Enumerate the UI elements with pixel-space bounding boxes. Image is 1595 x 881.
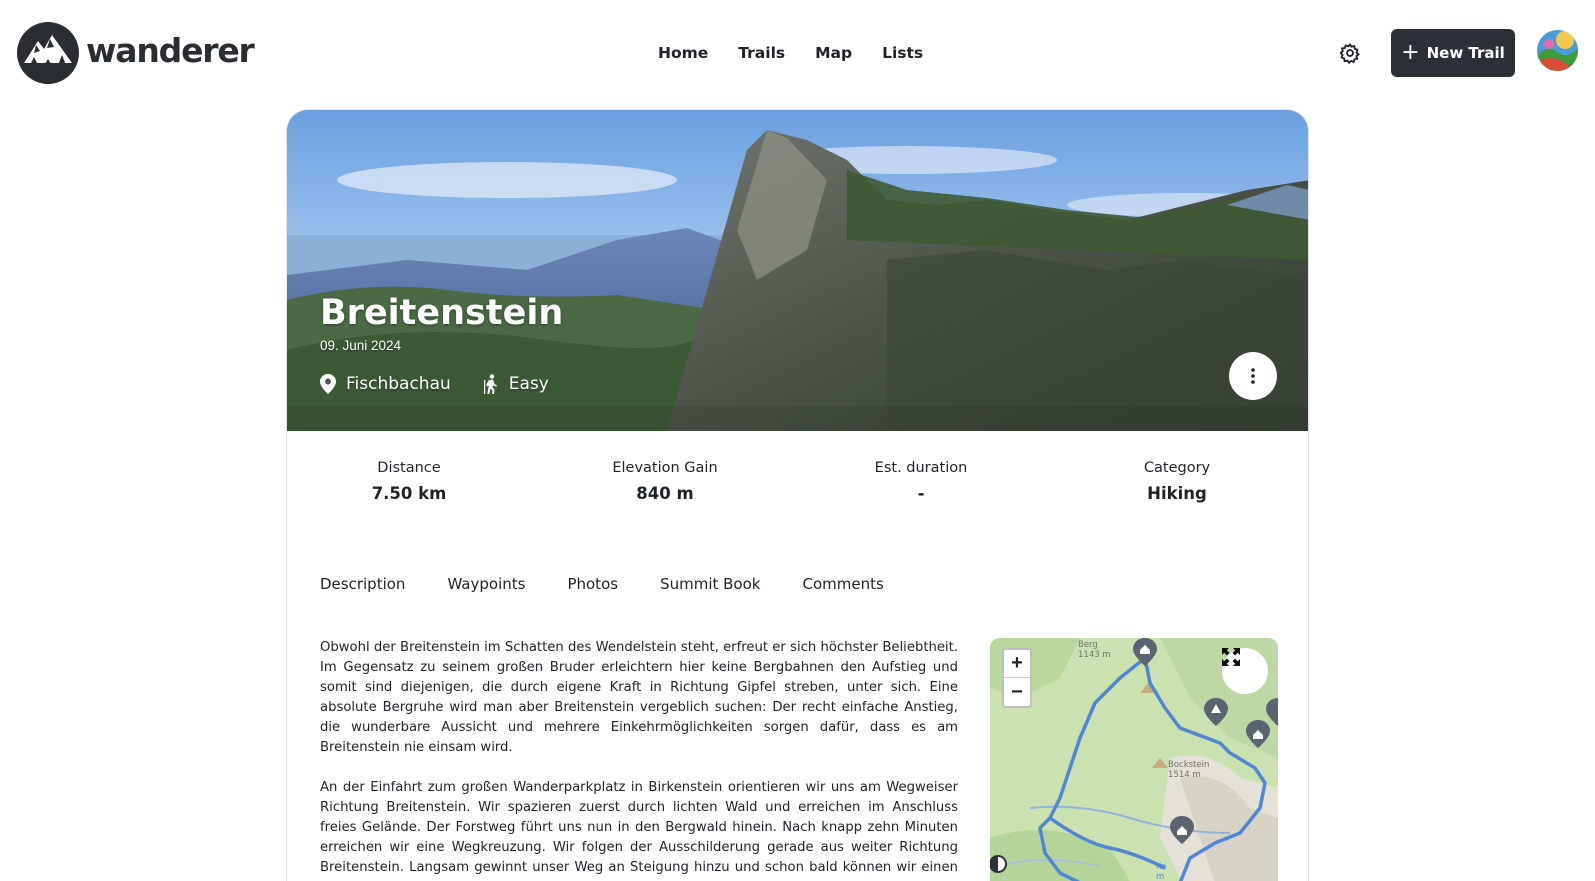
description-paragraph: An der Einfahrt zum großen Wanderparkpla… bbox=[320, 780, 958, 881]
trail-stats: Distance 7.50 km Elevation Gain 840 m Es… bbox=[287, 460, 1308, 520]
new-trail-button[interactable]: + New Trail bbox=[1391, 29, 1515, 77]
gear-icon[interactable] bbox=[1339, 42, 1361, 64]
stat-value: 840 m bbox=[636, 484, 694, 503]
trail-description: Obwohl der Breitenstein im Schatten des … bbox=[320, 638, 958, 881]
tab-comments[interactable]: Comments bbox=[802, 575, 883, 593]
trail-difficulty: Easy bbox=[483, 374, 549, 394]
trail-difficulty-label: Easy bbox=[508, 374, 549, 394]
trail-meta: Fischbachau Easy bbox=[320, 374, 581, 394]
stat-est-duration: Est. duration - bbox=[821, 460, 1021, 503]
nav-trails[interactable]: Trails bbox=[738, 44, 785, 62]
new-trail-label: New Trail bbox=[1426, 44, 1505, 62]
tab-summit-book[interactable]: Summit Book bbox=[660, 575, 760, 593]
map-label: Berg 1143 m bbox=[1078, 640, 1111, 660]
nav-map[interactable]: Map bbox=[815, 44, 852, 62]
map-label: Ke m bbox=[1156, 862, 1167, 881]
main-nav: Home Trails Map Lists bbox=[658, 44, 953, 62]
mountain-logo-icon bbox=[17, 22, 79, 84]
stat-category: Category Hiking bbox=[1077, 460, 1277, 503]
zoom-out-button[interactable]: − bbox=[1004, 678, 1030, 706]
trail-location-label: Fischbachau bbox=[346, 374, 451, 394]
stat-label: Elevation Gain bbox=[612, 460, 718, 476]
trail-hero-image: Breitenstein 09. Juni 2024 Fischbachau E… bbox=[287, 110, 1308, 431]
map-zoom-control: + − bbox=[1002, 648, 1032, 708]
map-pin-icon bbox=[320, 374, 336, 394]
avatar[interactable] bbox=[1537, 30, 1578, 71]
hiker-icon bbox=[483, 374, 497, 394]
tab-photos[interactable]: Photos bbox=[567, 575, 618, 593]
nav-lists[interactable]: Lists bbox=[882, 44, 923, 62]
fullscreen-button[interactable] bbox=[1222, 648, 1268, 694]
trail-location: Fischbachau bbox=[320, 374, 451, 394]
trail-map[interactable]: Berg 1143 m Bockstein 1514 m Ke m + − bbox=[990, 638, 1278, 881]
stat-label: Category bbox=[1143, 460, 1211, 476]
tab-description[interactable]: Description bbox=[320, 575, 405, 593]
stat-label: Distance bbox=[377, 460, 441, 476]
trail-title: Breitenstein bbox=[320, 293, 564, 333]
trail-date: 09. Juni 2024 bbox=[320, 338, 402, 353]
description-paragraph: Obwohl der Breitenstein im Schatten des … bbox=[320, 640, 958, 755]
stat-value: 7.50 km bbox=[371, 484, 447, 503]
map-label: Bockstein 1514 m bbox=[1168, 760, 1210, 780]
trail-tabs: Description Waypoints Photos Summit Book… bbox=[320, 575, 926, 593]
stat-value: Hiking bbox=[1147, 484, 1207, 503]
stat-label: Est. duration bbox=[874, 460, 968, 476]
app-name: wanderer bbox=[86, 30, 255, 70]
tab-waypoints[interactable]: Waypoints bbox=[447, 575, 525, 593]
plus-icon: + bbox=[1401, 39, 1420, 65]
trail-card: Breitenstein 09. Juni 2024 Fischbachau E… bbox=[286, 109, 1309, 881]
zoom-in-button[interactable]: + bbox=[1004, 650, 1030, 678]
stat-value: - bbox=[917, 484, 925, 503]
nav-home[interactable]: Home bbox=[658, 44, 708, 62]
more-options-button[interactable] bbox=[1229, 352, 1277, 400]
stat-elevation-gain: Elevation Gain 840 m bbox=[565, 460, 765, 503]
vertical-dots-icon bbox=[1251, 368, 1255, 384]
app-logo[interactable]: wanderer bbox=[16, 21, 255, 85]
top-navbar: wanderer Home Trails Map Lists + New Tra… bbox=[0, 0, 1595, 108]
stat-distance: Distance 7.50 km bbox=[309, 460, 509, 503]
fullscreen-icon bbox=[1222, 648, 1240, 666]
